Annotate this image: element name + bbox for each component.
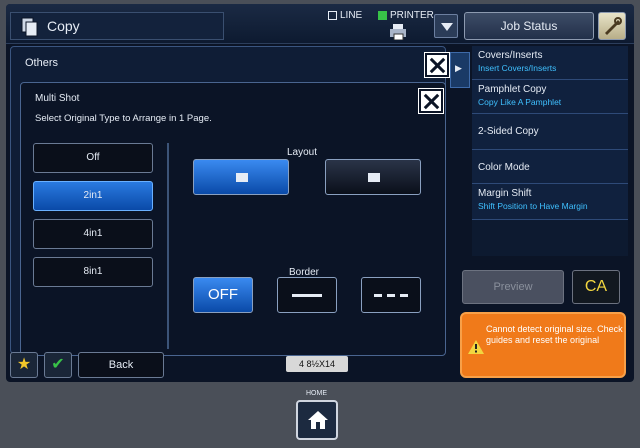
layout-label: Layout <box>287 147 318 158</box>
device-frame: Copy LINE PRINTER Job Status ▶ Covers/In… <box>0 0 640 448</box>
multishot-subtitle: Select Original Type to Arrange in 1 Pag… <box>35 113 212 124</box>
mode-title: Copy <box>10 12 224 40</box>
function-margin-shift[interactable]: Margin Shift Shift Position to Have Marg… <box>472 184 628 220</box>
paper-size-indicator: 4 8½X14 <box>286 356 348 372</box>
multishot-title: Multi Shot <box>35 93 80 104</box>
touch-screen: Copy LINE PRINTER Job Status ▶ Covers/In… <box>6 4 634 382</box>
tools-button[interactable] <box>598 12 626 40</box>
line-checkbox[interactable]: LINE <box>328 10 362 21</box>
layout-icon <box>236 173 248 182</box>
function-covers-inserts[interactable]: Covers/Inserts Insert Covers/Inserts <box>472 46 628 80</box>
warning-text: Cannot detect original size. Check guide… <box>486 324 623 345</box>
function-2-sided-copy[interactable]: 2-Sided Copy <box>472 114 628 150</box>
function-title: 2-Sided Copy <box>478 126 539 137</box>
job-status-button[interactable]: Job Status <box>464 12 594 40</box>
function-color-mode[interactable]: Color Mode <box>472 150 628 184</box>
options-divider <box>167 143 169 349</box>
status-dropdown-button[interactable] <box>434 14 458 38</box>
function-subtitle: Insert Covers/Inserts <box>478 63 557 73</box>
home-icon <box>308 411 328 429</box>
multishot-dialog: Multi Shot Select Original Type to Arran… <box>20 82 446 356</box>
solid-line-icon <box>292 294 322 297</box>
warning-message: Cannot detect original size. Check guide… <box>460 312 626 378</box>
right-function-panel: Covers/Inserts Insert Covers/Inserts Pam… <box>472 46 628 256</box>
dashed-line-icon <box>374 294 410 297</box>
printer-label: PRINTER <box>390 10 434 21</box>
printer-icon <box>390 24 406 40</box>
option-2in1[interactable]: 2in1 <box>33 181 153 211</box>
layout-right-to-left-button[interactable] <box>325 159 421 195</box>
checkmark-icon: ✔ <box>51 356 65 373</box>
function-subtitle: Copy Like A Pamphlet <box>478 97 562 107</box>
preview-button[interactable]: Preview <box>462 270 564 304</box>
option-4in1[interactable]: 4in1 <box>33 219 153 249</box>
warning-icon <box>468 340 484 354</box>
function-subtitle: Shift Position to Have Margin <box>478 201 588 211</box>
check-button[interactable]: ✔ <box>44 352 72 378</box>
favorite-button[interactable]: ★ <box>10 352 38 378</box>
back-button[interactable]: Back <box>78 352 164 378</box>
star-icon: ★ <box>16 356 32 373</box>
others-close-button[interactable] <box>425 53 449 77</box>
wrench-icon <box>605 17 622 35</box>
function-title: Margin Shift <box>478 188 532 199</box>
printer-checkbox[interactable]: PRINTER <box>378 10 434 21</box>
printer-checkbox-box <box>378 11 387 20</box>
line-checkbox-box <box>328 11 337 20</box>
layout-icon <box>368 173 380 182</box>
function-title: Color Mode <box>478 162 530 173</box>
copy-icon <box>21 17 38 37</box>
border-off-button[interactable]: OFF <box>193 277 253 313</box>
function-title: Pamphlet Copy <box>478 84 547 95</box>
function-pamphlet-copy[interactable]: Pamphlet Copy Copy Like A Pamphlet <box>472 80 628 114</box>
multishot-close-button[interactable] <box>419 89 443 113</box>
others-title: Others <box>25 57 59 69</box>
line-label: LINE <box>340 10 363 21</box>
border-dashed-button[interactable] <box>361 277 421 313</box>
option-8in1[interactable]: 8in1 <box>33 257 153 287</box>
right-panel-toggle[interactable] <box>450 52 470 88</box>
top-bar: Copy LINE PRINTER Job Status <box>6 4 634 44</box>
home-label: HOME <box>306 390 327 397</box>
border-solid-button[interactable] <box>277 277 337 313</box>
clear-all-button[interactable]: CA <box>572 270 620 304</box>
option-off[interactable]: Off <box>33 143 153 173</box>
function-title: Covers/Inserts <box>478 50 543 61</box>
layout-left-to-right-button[interactable] <box>193 159 289 195</box>
home-button[interactable] <box>296 400 338 440</box>
mode-title-text: Copy <box>47 18 80 34</box>
